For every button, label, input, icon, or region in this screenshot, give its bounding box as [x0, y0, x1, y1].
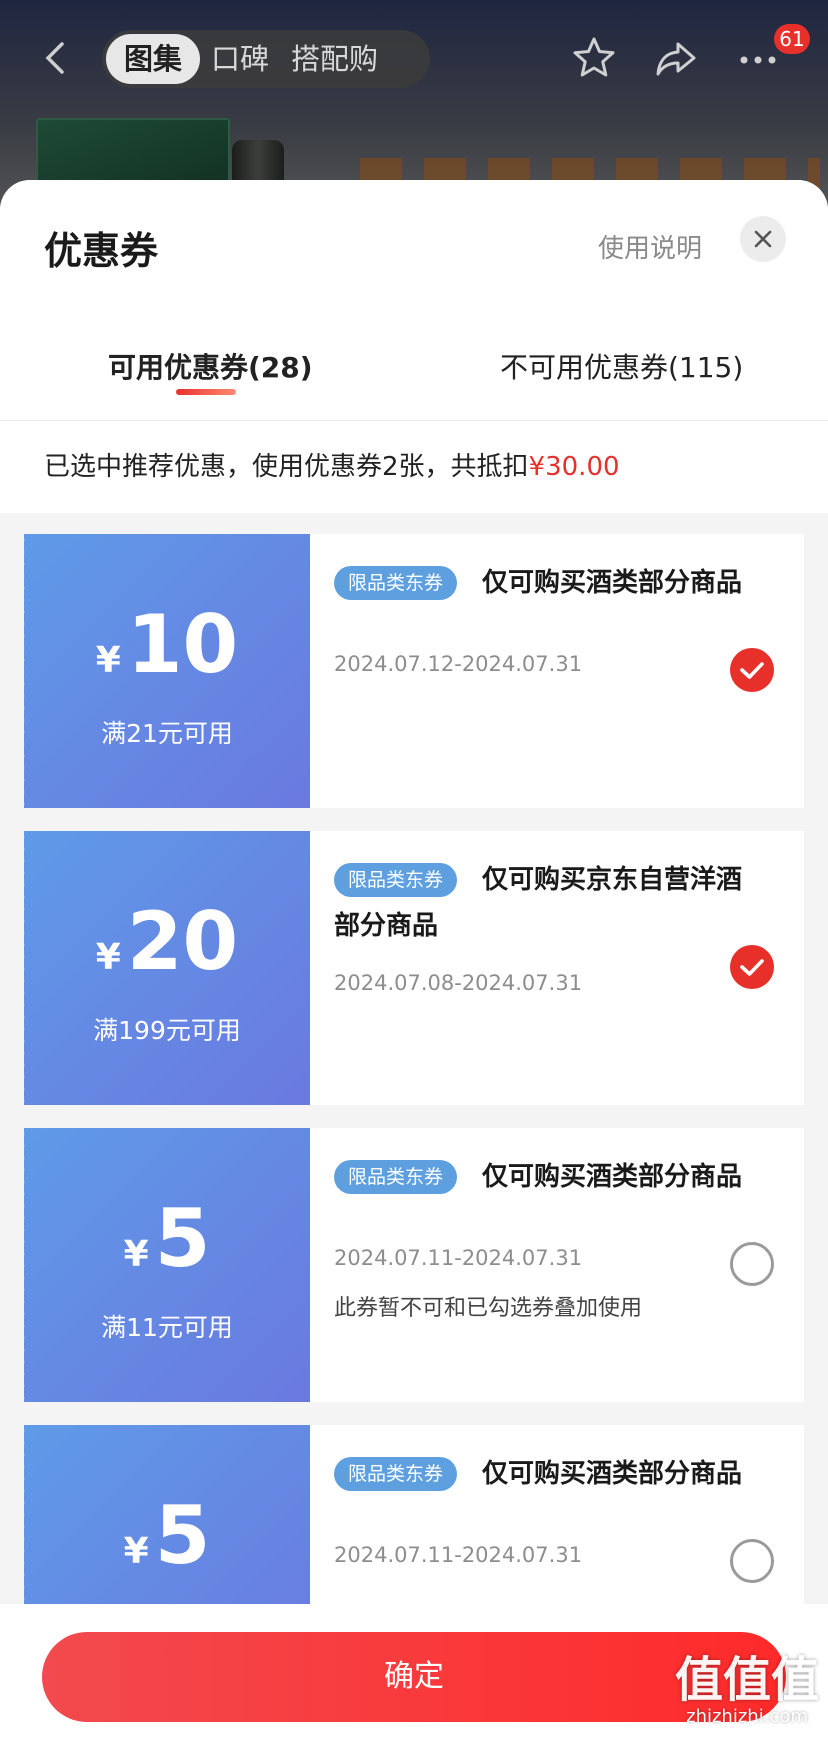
- coupon-validity: 2024.07.11-2024.07.31: [334, 1246, 583, 1270]
- coupon-threshold: 满199元可用: [93, 1016, 241, 1045]
- currency-symbol: ¥: [95, 640, 121, 681]
- coupon-value: 5: [154, 1192, 211, 1285]
- coupon-value-panel: ¥ 5 满11元可用: [20, 1128, 310, 1402]
- share-icon[interactable]: [652, 34, 700, 82]
- coupon-details: 限品类东券 仅可购买酒类部分商品 2024.07.11-2024.07.31 此…: [310, 1128, 804, 1402]
- check-icon: [740, 959, 764, 976]
- coupon-value-panel: ¥ 10 满21元可用: [20, 534, 310, 808]
- close-icon: [754, 230, 772, 248]
- tab-gallery[interactable]: 图集: [106, 34, 201, 84]
- coupon-card[interactable]: ¥ 20 满199元可用 限品类东券 仅可购买京东自营洋酒部分商品 2024.0…: [20, 831, 804, 1105]
- coupon-details: 限品类东券 仅可购买京东自营洋酒部分商品 2024.07.08-2024.07.…: [310, 831, 804, 1105]
- notification-badge: 61: [774, 24, 810, 54]
- bottom-action-bar: 确定: [0, 1604, 828, 1745]
- coupon-title: 仅可购买酒类部分商品: [482, 1459, 743, 1489]
- tab-unavailable-coupons[interactable]: 不可用优惠券(115): [500, 346, 743, 386]
- currency-symbol: ¥: [95, 937, 121, 978]
- coupon-checkbox[interactable]: [730, 945, 774, 989]
- coupon-title: 仅可购买酒类部分商品: [482, 568, 743, 598]
- coupon-validity: 2024.07.11-2024.07.31: [334, 1543, 583, 1567]
- tab-bundle[interactable]: 搭配购: [280, 34, 389, 84]
- selection-summary: 已选中推荐优惠，使用优惠券2张，共抵扣¥30.00: [0, 420, 828, 513]
- back-arrow-icon[interactable]: [40, 38, 70, 78]
- coupon-value: 10: [126, 598, 239, 691]
- tab-reviews[interactable]: 口碑: [200, 34, 280, 84]
- currency-symbol: ¥: [123, 1531, 149, 1572]
- close-button[interactable]: [740, 216, 786, 262]
- confirm-button[interactable]: 确定: [42, 1632, 786, 1722]
- coupon-value: 20: [126, 895, 239, 988]
- usage-instructions-link[interactable]: 使用说明: [598, 228, 702, 265]
- coupon-value: 5: [154, 1489, 211, 1582]
- active-tab-indicator: [176, 389, 236, 395]
- coupon-details: 限品类东券 仅可购买酒类部分商品 2024.07.12-2024.07.31: [310, 534, 804, 808]
- currency-symbol: ¥: [123, 1234, 149, 1275]
- coupon-checkbox[interactable]: [730, 1539, 774, 1583]
- tab-available-coupons[interactable]: 可用优惠券(28): [108, 346, 313, 386]
- sheet-title: 优惠券: [44, 229, 159, 273]
- summary-text: 已选中推荐优惠，使用优惠券2张，共抵扣: [44, 452, 529, 482]
- coupon-list: ¥ 10 满21元可用 限品类东券 仅可购买酒类部分商品 2024.07.12-…: [20, 534, 804, 1722]
- summary-amount: ¥30.00: [528, 452, 620, 482]
- coupon-threshold: 满11元可用: [101, 1313, 233, 1342]
- coupon-stacking-note: 此券暂不可和已勾选券叠加使用: [334, 1296, 643, 1321]
- sheet-header: 优惠券 使用说明 可用优惠券(28) 不可用优惠券(115): [0, 180, 828, 420]
- star-icon[interactable]: [570, 34, 618, 82]
- check-icon: [740, 662, 764, 679]
- coupon-threshold: 满21元可用: [101, 719, 233, 748]
- gallery-tab-bar: 图集 口碑 搭配购: [102, 30, 430, 88]
- coupon-checkbox[interactable]: [730, 1242, 774, 1286]
- coupon-title: 仅可购买京东自营洋酒部分商品: [334, 865, 743, 941]
- coupon-value-panel: ¥ 20 满199元可用: [20, 831, 310, 1105]
- coupon-validity: 2024.07.08-2024.07.31: [334, 971, 583, 995]
- coupon-sheet: 优惠券 使用说明 可用优惠券(28) 不可用优惠券(115) 已选中推荐优惠，使…: [0, 180, 828, 1745]
- coupon-card[interactable]: ¥ 5 满11元可用 限品类东券 仅可购买酒类部分商品 2024.07.11-2…: [20, 1128, 804, 1402]
- coupon-validity: 2024.07.12-2024.07.31: [334, 652, 583, 676]
- coupon-card[interactable]: ¥ 10 满21元可用 限品类东券 仅可购买酒类部分商品 2024.07.12-…: [20, 534, 804, 808]
- coupon-title: 仅可购买酒类部分商品: [482, 1162, 743, 1192]
- coupon-checkbox[interactable]: [730, 648, 774, 692]
